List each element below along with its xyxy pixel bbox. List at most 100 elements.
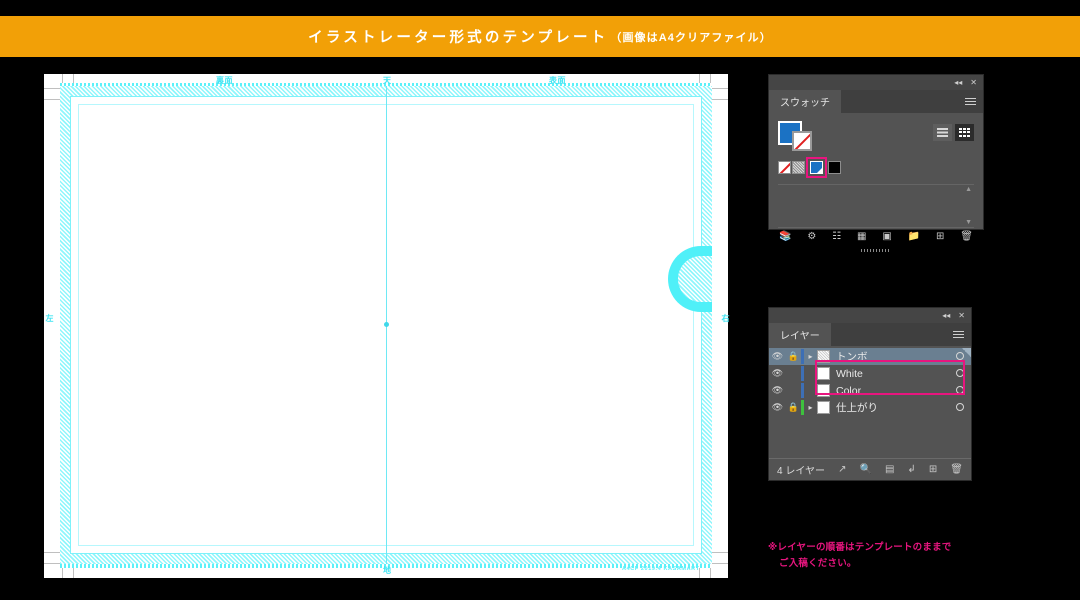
eye-visibility-icon[interactable]: 👁 [769,368,786,379]
grid-view-button[interactable] [955,124,974,141]
layers-empty-space [769,416,971,458]
create-new-layer-icon[interactable]: ⊞ [929,464,937,475]
swatch-grid [778,157,974,178]
label-bottom-edge: 地 [383,566,392,575]
stroke-none-swatch[interactable] [792,131,812,151]
registration-swatch[interactable] [792,161,805,174]
submission-note: ※レイヤーの順番はテンプレートのままで ご入稿ください。 [768,540,1068,571]
black-swatch[interactable] [828,161,841,174]
scroll-down-icon[interactable]: ▼ [965,219,972,226]
target-indicator[interactable] [949,402,971,413]
layer-row-tombo[interactable]: 👁 🔒 ▸ トンボ [769,348,971,365]
none-swatch[interactable] [778,161,791,174]
delete-swatch-icon[interactable]: 🗑 [960,232,973,242]
new-color-group-icon[interactable]: ▣ [882,232,891,242]
layers-panel-titlebar: ◂◂ ✕ [769,308,971,323]
page-subtitle: （画像はA4クリアファイル） [610,31,772,44]
collect-for-export-icon[interactable]: ↗ [838,464,846,475]
grid-view-icon [959,128,970,137]
layers-panel[interactable]: ◂◂ ✕ レイヤー 👁 🔒 ▸ トンボ 👁 White 👁 Color 👁 🔒 … [768,307,972,481]
swatches-footer-toolbar: 📚 ⚙ ☷ ▦ ▣ 📁 ⊞ 🗑 [769,228,983,247]
layer-thumbnail [817,384,830,397]
close-panel-icon[interactable]: ✕ [958,311,965,320]
label-left-edge: 左 [45,314,54,322]
layer-color-bar [801,383,804,398]
artboard-footer-credit: A4CF 2019.4 KASAMART [622,566,700,572]
label-top-edge: 天 [383,76,392,85]
layers-footer-toolbar: 4 レイヤー ↗ 🔍 ▤ ↲ ⊞ 🗑 [769,458,971,481]
layer-name[interactable]: White [836,368,949,380]
color-group-icon[interactable]: ⚙ [807,232,816,242]
layer-row-shiagari[interactable]: 👁 🔒 ▸ 仕上がり [769,399,971,416]
layer-row-color[interactable]: 👁 Color [769,382,971,399]
swatches-top-row [778,121,974,151]
fill-stroke-indicator[interactable] [778,121,816,151]
layer-thumbnail [817,350,830,363]
submission-note-line1: ※レイヤーの順番はテンプレートのままで [768,542,952,553]
target-circle-icon [956,402,964,411]
page-title: イラストレーター形式のテンプレート [308,30,609,46]
target-indicator[interactable] [949,368,971,379]
show-swatch-kinds-icon[interactable]: ☷ [832,232,841,242]
swatch-scroll-area[interactable]: ▲ ▼ [778,184,974,228]
hamburger-menu-icon[interactable] [965,97,976,106]
layer-thumbnail [817,401,830,414]
selection-corner-indicator [962,348,971,357]
target-indicator[interactable] [949,385,971,396]
new-swatch-icon[interactable]: ⊞ [936,232,944,242]
target-circle-icon [956,368,964,377]
label-back-side: 裏面 [216,76,233,85]
eye-visibility-icon[interactable]: 👁 [769,402,786,413]
blue-swatch[interactable] [810,161,823,174]
eye-visibility-icon[interactable]: 👁 [769,385,786,396]
swatch-options-icon[interactable]: ▦ [857,232,866,242]
layers-list: 👁 🔒 ▸ トンボ 👁 White 👁 Color 👁 🔒 ▸ 仕上がり [769,346,971,458]
chevron-right-icon[interactable]: ▸ [804,352,817,361]
header-banner: イラストレーター形式のテンプレート （画像はA4クリアファイル） [0,16,1080,57]
collapse-panel-icon[interactable]: ◂◂ [954,78,962,87]
collapse-panel-icon[interactable]: ◂◂ [942,311,950,320]
submission-note-line2: ご入稿ください。 [779,557,857,569]
make-clipping-mask-icon[interactable]: ▤ [885,464,894,475]
tab-filler [830,323,971,346]
close-panel-icon[interactable]: ✕ [970,78,977,87]
rounded-notch-shape [668,246,712,312]
selected-swatch-highlight [806,157,827,178]
hamburger-menu-icon[interactable] [953,330,964,339]
swatch-libraries-icon[interactable]: 📚 [779,232,791,242]
scroll-up-icon[interactable]: ▲ [965,186,972,193]
list-view-button[interactable] [933,124,952,141]
swatches-panel[interactable]: ◂◂ ✕ スウォッチ ▲ ▼ 📚 ⚙ ☷ ▦ ▣ 📁 ⊞ 🗑 [768,74,984,252]
delete-layer-icon[interactable]: 🗑 [950,464,963,475]
tab-layers[interactable]: レイヤー [769,323,831,346]
swatch-view-toggle-group [933,124,974,141]
folder-icon[interactable]: 📁 [908,232,920,242]
chevron-right-icon[interactable]: ▸ [804,403,817,412]
list-view-icon [937,128,948,137]
layer-thumbnail [817,367,830,380]
lock-icon[interactable]: 🔒 [786,402,801,413]
swatches-panel-titlebar: ◂◂ ✕ [769,75,983,90]
label-right-edge: 右 [721,314,730,322]
grip-lines-icon [861,248,891,252]
layer-color-bar [801,366,804,381]
layer-row-white[interactable]: 👁 White [769,365,971,382]
illustrator-artboard[interactable]: 裏面 天 表面 左 右 地 A4CF 2019.4 KASAMART [44,74,730,578]
panel-resize-grip[interactable] [769,247,983,253]
lock-icon[interactable]: 🔒 [786,351,801,362]
layer-count-label: 4 レイヤー [777,466,826,477]
layer-name[interactable]: Color [836,385,949,397]
locate-object-icon[interactable]: 🔍 [859,464,871,475]
target-circle-icon [956,385,964,394]
eye-visibility-icon[interactable]: 👁 [769,351,786,362]
label-front-side: 表面 [549,76,566,85]
swatches-tab-row: スウォッチ [769,90,983,113]
layers-tab-row: レイヤー [769,323,971,346]
create-new-sublayer-icon[interactable]: ↲ [907,464,915,475]
spine-center-point [384,322,389,327]
tab-filler [841,90,983,113]
layer-name[interactable]: トンボ [836,349,949,364]
layer-name[interactable]: 仕上がり [836,400,949,415]
swatches-body: ▲ ▼ [769,113,983,228]
tab-swatches[interactable]: スウォッチ [769,90,841,113]
